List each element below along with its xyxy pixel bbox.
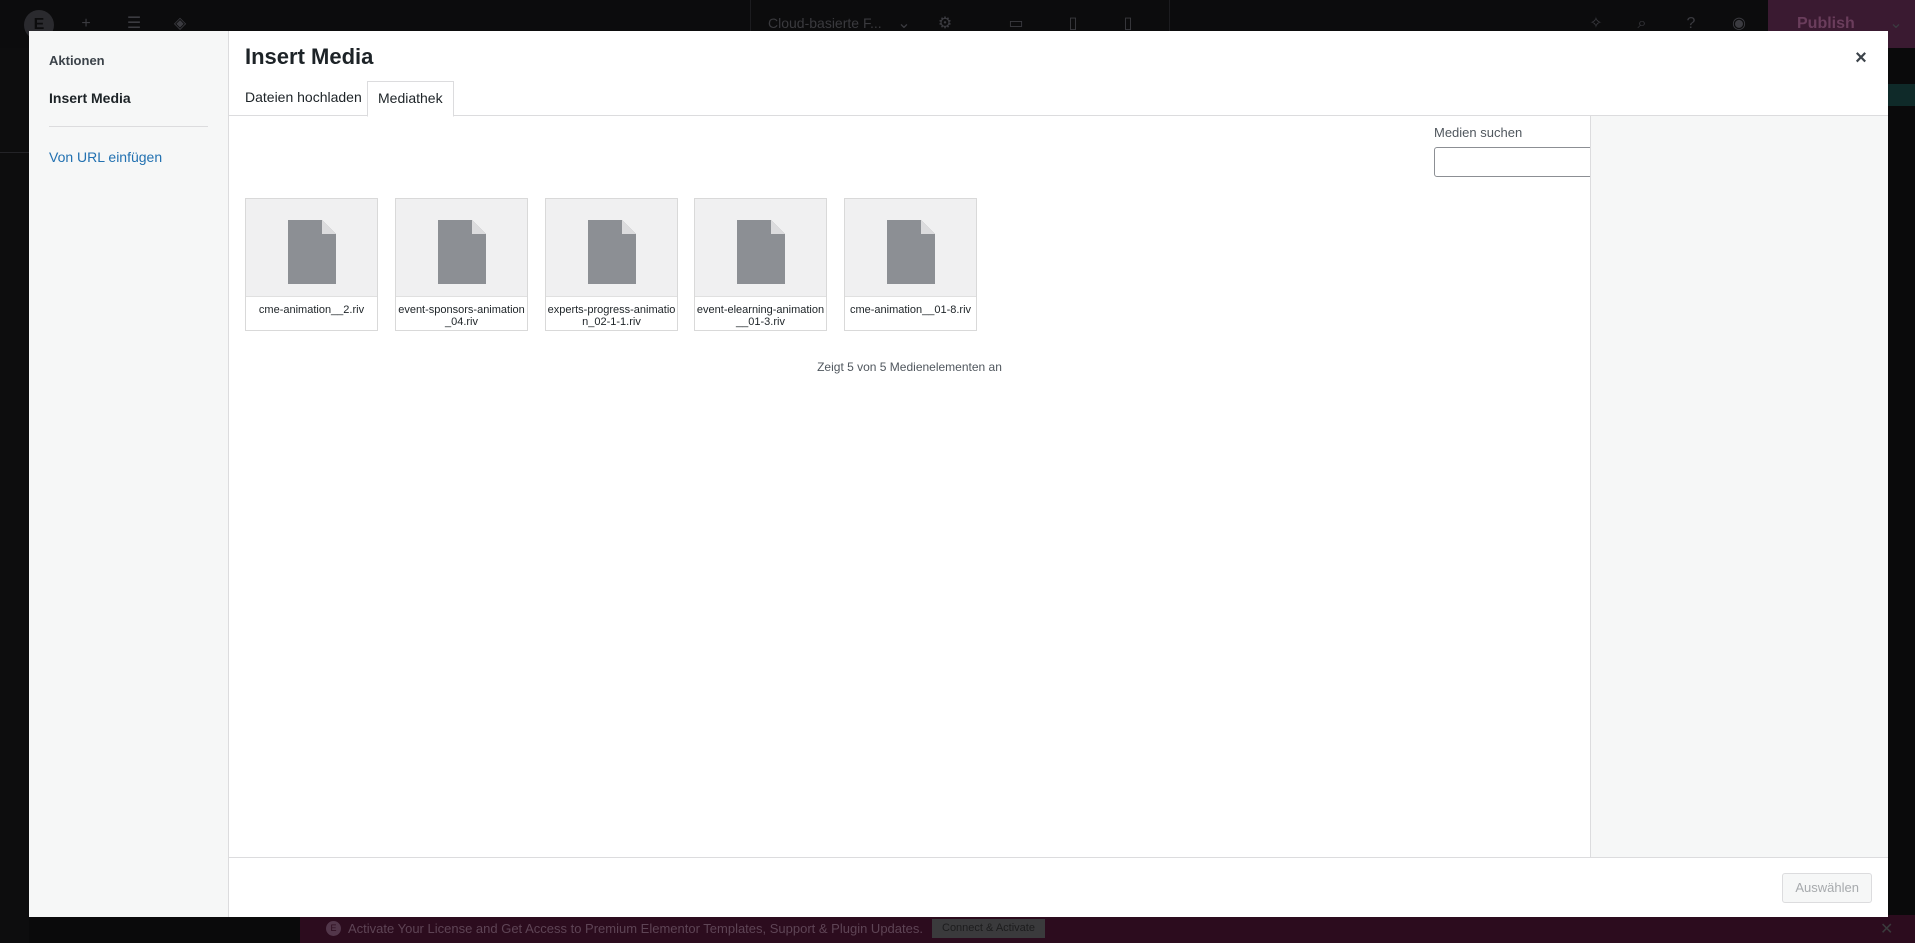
menu-separator	[49, 126, 208, 127]
menu-item-insert-media[interactable]: Insert Media	[49, 90, 131, 106]
tab-media-library[interactable]: Mediathek	[367, 81, 454, 117]
close-icon[interactable]: ✕	[1880, 919, 1893, 939]
license-notice-text: Activate Your License and Get Access to …	[348, 921, 923, 936]
attachment-tile[interactable]: cme-animation__01-8.riv	[844, 198, 977, 331]
attachment-details-sidebar	[1590, 116, 1888, 857]
attachment-thumbnail	[546, 199, 677, 296]
document-icon	[438, 220, 486, 284]
select-button[interactable]: Auswählen	[1782, 873, 1872, 903]
media-toolbar: Auswählen	[229, 857, 1888, 917]
editor-panel-backdrop	[0, 48, 29, 943]
elementor-notice-icon: E	[326, 921, 341, 936]
media-modal: Aktionen Insert Media Von URL einfügen I…	[29, 31, 1888, 917]
document-icon	[737, 220, 785, 284]
divider	[0, 152, 29, 153]
search-input[interactable]	[1434, 147, 1602, 177]
media-frame-content: Insert Media × Dateien hochladen Mediath…	[229, 31, 1888, 917]
attachment-tile[interactable]: experts-progress-animation_02-1-1.riv	[545, 198, 678, 331]
attachment-thumbnail	[396, 199, 527, 296]
attachment-thumbnail	[246, 199, 377, 296]
attachment-thumbnail	[695, 199, 826, 296]
menu-heading: Aktionen	[49, 53, 105, 68]
attachment-filename: event-elearning-animation__01-3.riv	[695, 296, 826, 330]
attachment-tile[interactable]: cme-animation__2.riv	[245, 198, 378, 331]
attachment-filename: experts-progress-animation_02-1-1.riv	[546, 296, 677, 330]
attachment-tile[interactable]: event-sponsors-animation_04.riv	[395, 198, 528, 331]
document-icon	[887, 220, 935, 284]
load-more-count: Zeigt 5 von 5 Medienelementen an	[817, 360, 1002, 374]
menu-item-insert-from-url[interactable]: Von URL einfügen	[49, 149, 162, 165]
attachments-browser: Medien suchen cme-animation__2.riv event…	[229, 116, 1602, 857]
chevron-down-icon[interactable]: ⌄	[1886, 14, 1906, 34]
connect-activate-button[interactable]: Connect & Activate	[932, 919, 1045, 938]
document-title[interactable]: Cloud-basierte F...	[768, 15, 882, 31]
document-icon	[588, 220, 636, 284]
document-icon	[288, 220, 336, 284]
search-label: Medien suchen	[1434, 125, 1523, 140]
attachments-grid: cme-animation__2.riv event-sponsors-anim…	[245, 198, 1005, 332]
close-icon[interactable]: ×	[1850, 47, 1872, 69]
attachment-tile[interactable]: event-elearning-animation__01-3.riv	[694, 198, 827, 331]
attachment-filename: cme-animation__2.riv	[246, 296, 377, 330]
preview-backdrop	[1888, 48, 1915, 943]
preview-accent	[1888, 84, 1915, 106]
tab-upload-files[interactable]: Dateien hochladen	[235, 81, 372, 116]
attachment-thumbnail	[845, 199, 976, 296]
attachment-filename: event-sponsors-animation_04.riv	[396, 296, 527, 330]
attachment-filename: cme-animation__01-8.riv	[845, 296, 976, 330]
media-menu: Aktionen Insert Media Von URL einfügen	[29, 31, 229, 917]
router-tabs: Dateien hochladen Mediathek	[229, 81, 1888, 117]
modal-title: Insert Media	[245, 44, 374, 69]
